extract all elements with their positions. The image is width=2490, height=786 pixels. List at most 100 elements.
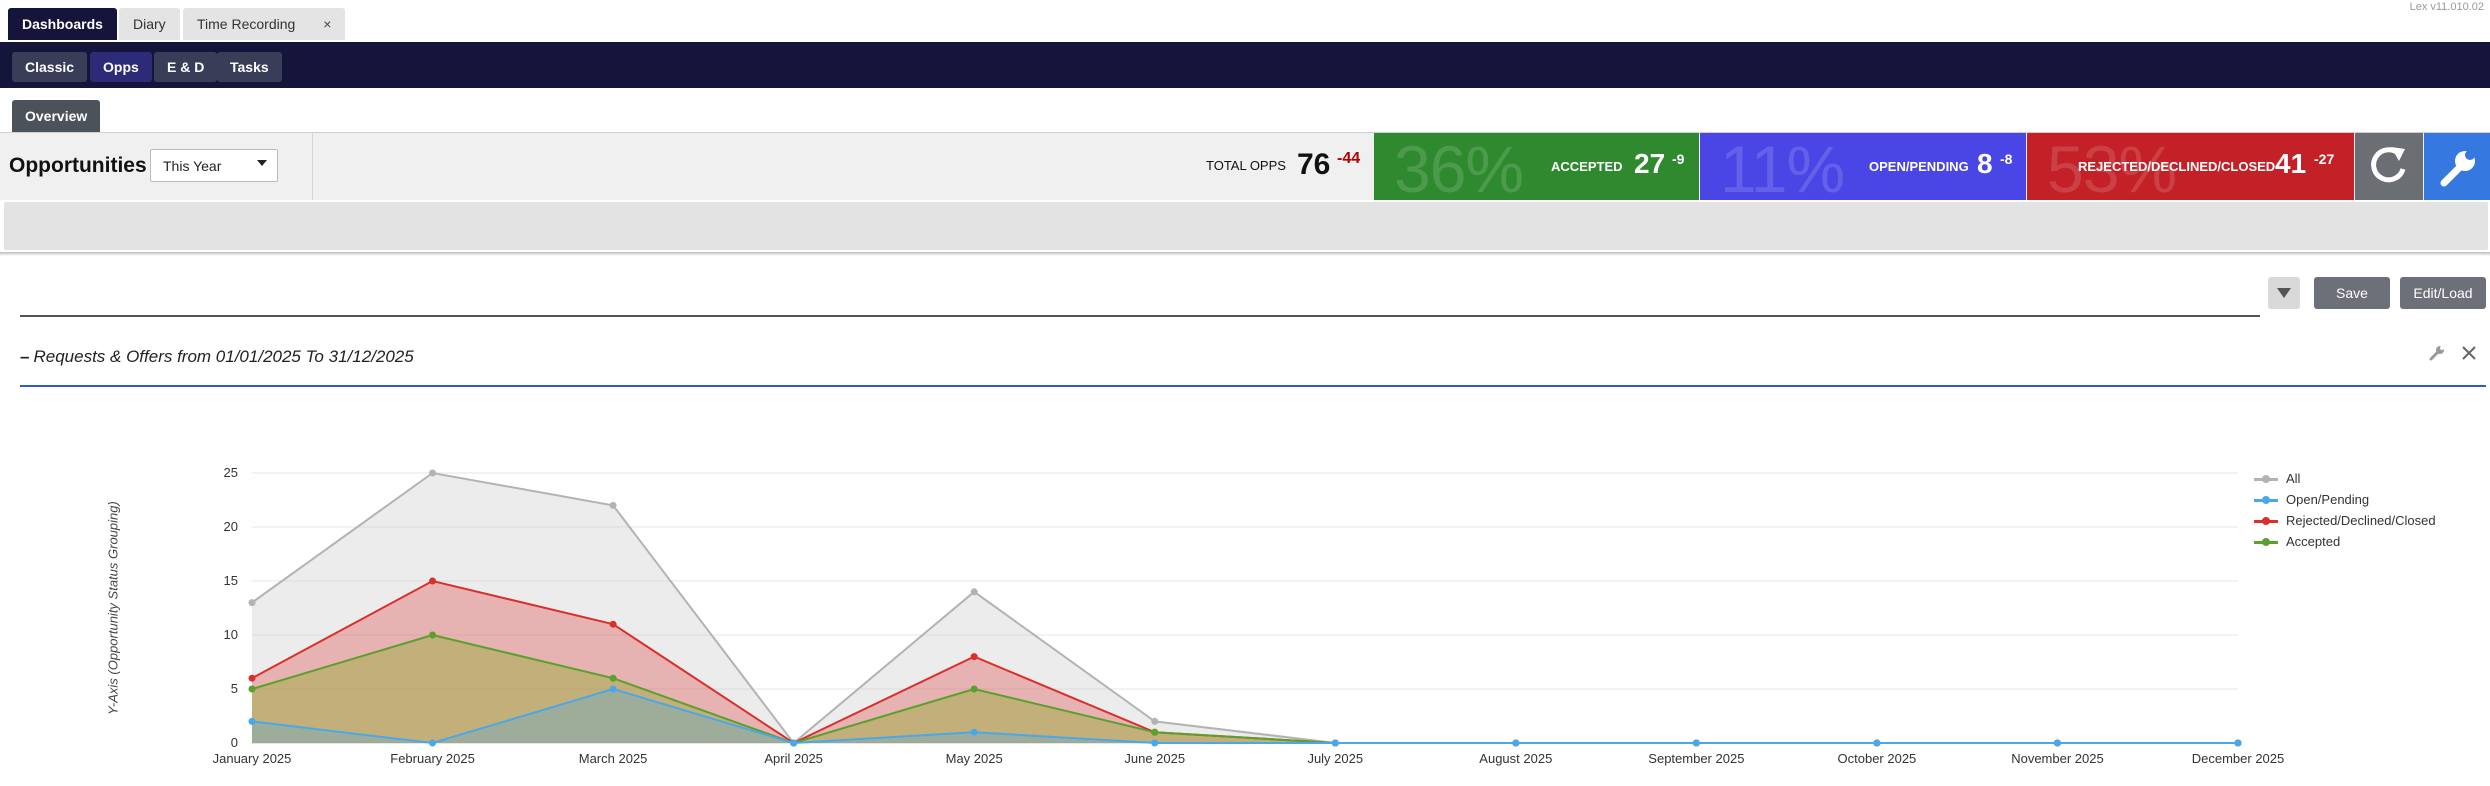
stat-percent: 11% [1720, 133, 1845, 200]
tab-overview[interactable]: Overview [12, 100, 101, 132]
wrench-icon [2440, 143, 2479, 187]
x-tick-label: March 2025 [579, 751, 648, 766]
y-tick-label: 0 [231, 735, 238, 750]
x-tick-label: July 2025 [1307, 751, 1363, 766]
y-tick-label: 10 [224, 627, 238, 642]
x-tick-label: October 2025 [1838, 751, 1917, 766]
data-point [970, 653, 978, 661]
tab-label: Time Recording [197, 16, 296, 32]
data-point [248, 599, 256, 607]
y-tick-label: 15 [224, 573, 238, 588]
refresh-icon [2371, 147, 2406, 183]
legend-item[interactable]: Rejected/Declined/Closed [2252, 510, 2436, 531]
legend-item[interactable]: All [2252, 468, 2436, 489]
x-tick-label: August 2025 [1479, 751, 1552, 766]
data-point [429, 631, 437, 639]
x-tick-label: January 2025 [213, 751, 292, 766]
legend-label: Open/Pending [2286, 492, 2370, 507]
collapse-icon[interactable]: – [20, 347, 29, 366]
legend-marker [2262, 538, 2270, 546]
data-point [609, 620, 617, 628]
data-point [1873, 739, 1881, 747]
total-opps-value: 76 [1297, 148, 1331, 181]
collapse-button[interactable] [2268, 277, 2300, 309]
close-icon[interactable]: × [323, 16, 331, 32]
data-point [790, 739, 798, 747]
data-point [1151, 739, 1159, 747]
triangle-down-icon [2277, 288, 2291, 298]
stat-value: 8 [1977, 148, 1993, 179]
divider [20, 315, 2260, 317]
chart-title-text: Requests & Offers from 01/01/2025 To 31/… [33, 347, 414, 366]
tab-label: Diary [133, 16, 166, 32]
stat-open-pending[interactable]: 11% OPEN/PENDING 8 -8 [1700, 133, 2026, 200]
legend-marker [2262, 496, 2270, 504]
x-tick-label: December 2025 [2192, 751, 2285, 766]
settings-button[interactable] [2424, 133, 2490, 200]
version-label: Lex v11.010.02 [2409, 1, 2484, 13]
y-tick-label: 25 [224, 465, 238, 480]
data-point [609, 685, 617, 693]
data-point [609, 501, 617, 509]
legend-item[interactable]: Open/Pending [2252, 489, 2436, 510]
page-title: Opportunities [9, 154, 147, 177]
x-tick-label: February 2025 [390, 751, 475, 766]
caret-down-icon [257, 160, 267, 166]
stat-delta: -9 [1672, 151, 1685, 167]
area-chart: 0 5 10 15 20 25 January 2025 February 2025 March… [213, 465, 2285, 766]
y-tick-label: 5 [231, 681, 238, 696]
filter-panel [4, 202, 2488, 250]
data-point [1151, 728, 1159, 736]
top-tab-bar: Dashboards Diary Time Recording × [0, 0, 2490, 42]
data-point [248, 685, 256, 693]
x-tick-label: April 2025 [764, 751, 823, 766]
total-opps-label: TOTAL OPPS [1206, 158, 1286, 173]
y-tick-label: 20 [224, 519, 238, 534]
period-select[interactable]: This Year [150, 149, 278, 182]
stat-accepted[interactable]: 36% ACCEPTED 27 -9 [1374, 133, 1699, 200]
data-point [1151, 717, 1159, 725]
stat-value: 27 [1634, 148, 1666, 179]
nav-opps[interactable]: Opps [90, 52, 152, 82]
x-tick-label: November 2025 [2011, 751, 2104, 766]
tab-diary[interactable]: Diary [119, 8, 180, 40]
y-axis-label: Y-Axis (Opportunity Status Grouping) [105, 501, 121, 715]
data-point [248, 717, 256, 725]
data-point [2234, 739, 2242, 747]
tab-dashboards[interactable]: Dashboards [8, 8, 117, 40]
data-point [429, 739, 437, 747]
divider [312, 133, 313, 200]
data-point [1692, 739, 1700, 747]
x-tick-label: June 2025 [1124, 751, 1185, 766]
stat-rejected[interactable]: 53% REJECTED/DECLINED/CLOSED 41 -27 [2027, 133, 2354, 200]
data-point [1331, 739, 1339, 747]
edit-load-button[interactable]: Edit/Load [2400, 277, 2486, 309]
tab-label: Dashboards [22, 16, 103, 32]
stat-percent: 36% [1394, 133, 1524, 200]
data-point [970, 685, 978, 693]
legend-marker [2262, 517, 2270, 525]
legend-label: All [2286, 471, 2301, 486]
stat-delta: -8 [2000, 151, 2013, 167]
legend-item[interactable]: Accepted [2252, 531, 2436, 552]
nav-classic[interactable]: Classic [12, 52, 88, 82]
total-opps-delta: -44 [1337, 150, 1361, 167]
close-icon[interactable] [2460, 344, 2478, 362]
refresh-button[interactable] [2355, 133, 2423, 200]
tab-time-recording[interactable]: Time Recording × [183, 8, 346, 40]
nav-tasks[interactable]: Tasks [217, 52, 282, 82]
data-point [609, 674, 617, 682]
stat-delta: -27 [2314, 151, 2335, 167]
data-point [429, 577, 437, 585]
period-value: This Year [163, 158, 222, 174]
chart-legend: All Open/Pending Rejected/Declined/Closed A… [2252, 468, 2436, 552]
chart-title[interactable]: – Requests & Offers from 01/01/2025 To 31… [20, 347, 414, 367]
data-point [429, 469, 437, 477]
wrench-icon[interactable] [2428, 344, 2446, 362]
save-button[interactable]: Save [2314, 277, 2390, 309]
stat-value: 41 [2275, 148, 2307, 179]
stat-label: OPEN/PENDING [1869, 159, 1969, 174]
divider [20, 385, 2486, 387]
nav-e-and-d[interactable]: E & D [154, 52, 218, 82]
stat-label: ACCEPTED [1551, 159, 1623, 174]
